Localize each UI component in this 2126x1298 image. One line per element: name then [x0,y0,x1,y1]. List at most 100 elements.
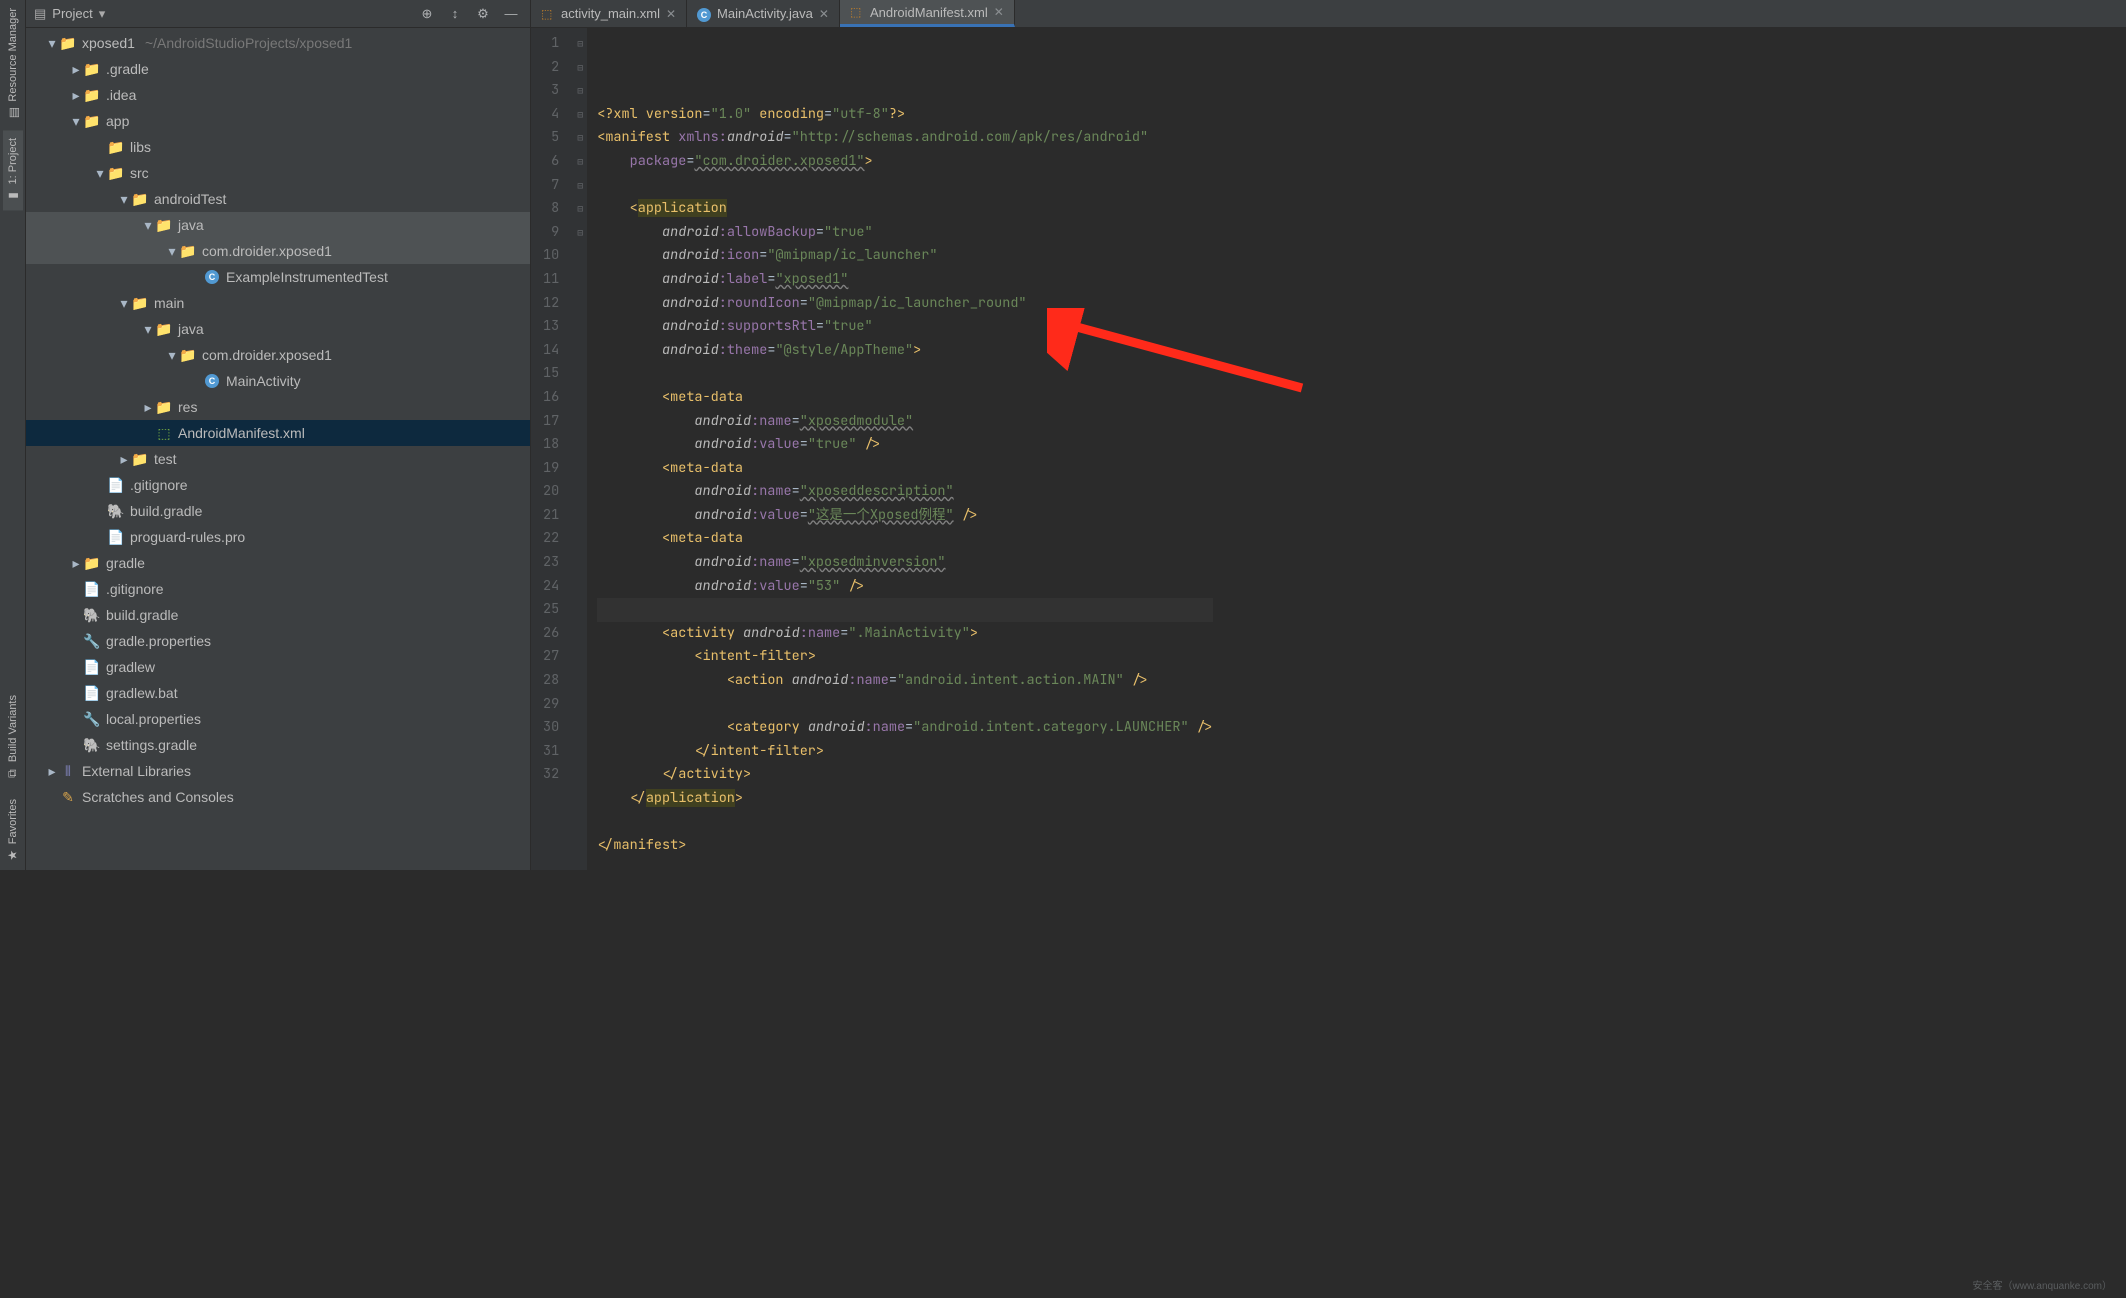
code-line[interactable] [597,174,1213,198]
code-line[interactable]: <action android:name="android.intent.act… [597,669,1213,693]
tree-row[interactable]: 🔧gradle.properties [26,628,530,654]
chevron-icon[interactable]: ▾ [92,165,108,181]
tree-row[interactable]: ▸📁.idea [26,82,530,108]
tree-row[interactable]: 📄gradlew [26,654,530,680]
fold-toggle[interactable]: ⊟ [573,197,587,221]
tree-row[interactable]: ▾📁src [26,160,530,186]
editor-tab[interactable]: ⬚AndroidManifest.xml✕ [840,0,1015,27]
close-icon[interactable]: ✕ [819,7,829,21]
chevron-icon[interactable]: ▾ [116,191,132,207]
fold-toggle[interactable]: ⊟ [573,79,587,103]
close-icon[interactable]: ✕ [666,7,676,21]
fold-toggle[interactable]: ⊟ [573,126,587,150]
code-line[interactable]: android:name="xposedminversion" [597,551,1213,575]
chevron-icon[interactable]: ▾ [44,35,60,51]
tree-row[interactable]: ▾📁xposed1~/AndroidStudioProjects/xposed1 [26,30,530,56]
tree-row[interactable]: ▸📁res [26,394,530,420]
code-line[interactable]: <activity android:name=".MainActivity"> [597,622,1213,646]
code-line[interactable] [597,598,1213,622]
code-line[interactable]: android:name="xposeddescription" [597,480,1213,504]
tree-row[interactable]: 📄gradlew.bat [26,680,530,706]
code-line[interactable]: <intent-filter> [597,645,1213,669]
code-line[interactable]: <meta-data [597,386,1213,410]
tree-row[interactable]: ▸📁gradle [26,550,530,576]
tree-row[interactable]: 🐘settings.gradle [26,732,530,758]
editor-tab[interactable]: CMainActivity.java✕ [687,0,840,27]
chevron-icon[interactable]: ▾ [140,217,156,233]
chevron-icon[interactable]: ▸ [116,451,132,467]
tree-row[interactable]: 🐘build.gradle [26,602,530,628]
code-line[interactable]: <category android:name="android.intent.c… [597,716,1213,740]
code-content[interactable]: <?xml version="1.0" encoding="utf-8"?><m… [587,28,1213,870]
code-line[interactable]: <meta-data [597,527,1213,551]
tree-row[interactable]: 📄.gitignore [26,472,530,498]
code-line[interactable]: </activity> [597,763,1213,787]
code-line[interactable]: <manifest xmlns:android="http://schemas.… [597,126,1213,150]
close-icon[interactable]: ✕ [994,5,1004,19]
fold-toggle[interactable]: ⊟ [573,150,587,174]
code-line[interactable]: <?xml version="1.0" encoding="utf-8"?> [597,103,1213,127]
tree-row[interactable]: CMainActivity [26,368,530,394]
tool-build-variants[interactable]: ⧉ Build Variants [3,687,23,789]
fold-toggle[interactable]: ⊟ [573,56,587,80]
tool-project[interactable]: ▮ 1: Project [3,130,23,210]
tree-row[interactable]: ▾📁java [26,212,530,238]
chevron-icon[interactable]: ▾ [116,295,132,311]
tree-row[interactable]: ▾📁main [26,290,530,316]
code-line[interactable]: android:value="53" /> [597,575,1213,599]
code-line[interactable] [597,693,1213,717]
tree-row[interactable]: ▾📁com.droider.xposed1 [26,238,530,264]
fold-toggle[interactable]: ⊟ [573,103,587,127]
code-line[interactable]: android:value="这是一个Xposed例程" /> [597,504,1213,528]
tree-row[interactable]: ⬚AndroidManifest.xml [26,420,530,446]
code-line[interactable]: android:supportsRtl="true" [597,315,1213,339]
chevron-icon[interactable]: ▾ [140,321,156,337]
fold-column[interactable]: ⊟⊟⊟⊟⊟⊟⊟⊟⊟ [573,28,587,870]
tree-row[interactable]: 📁libs [26,134,530,160]
fold-toggle[interactable]: ⊟ [573,32,587,56]
tree-row[interactable]: 🔧local.properties [26,706,530,732]
collapse-icon[interactable]: ↕ [444,3,466,25]
tree-row[interactable]: 📄.gitignore [26,576,530,602]
tree-row[interactable]: ▾📁com.droider.xposed1 [26,342,530,368]
code-line[interactable]: android:label="xposed1" [597,268,1213,292]
code-editor[interactable]: 1234567891011121314151617181920212223242… [531,28,2126,870]
tree-row[interactable]: ▾📁androidTest [26,186,530,212]
editor-tab[interactable]: ⬚activity_main.xml✕ [531,0,687,27]
chevron-icon[interactable]: ▸ [68,87,84,103]
chevron-icon[interactable]: ▸ [68,61,84,77]
code-line[interactable]: <meta-data [597,457,1213,481]
tree-row[interactable]: ✎Scratches and Consoles [26,784,530,810]
code-line[interactable]: </application> [597,787,1213,811]
tree-row[interactable]: ▸⫴External Libraries [26,758,530,784]
project-tree[interactable]: ▾📁xposed1~/AndroidStudioProjects/xposed1… [26,28,530,870]
code-line[interactable]: <application [597,197,1213,221]
chevron-icon[interactable]: ▾ [164,243,180,259]
code-line[interactable]: </manifest> [597,834,1213,858]
code-line[interactable]: android:roundIcon="@mipmap/ic_launcher_r… [597,292,1213,316]
code-line[interactable]: </intent-filter> [597,740,1213,764]
gear-icon[interactable]: ⚙ [472,3,494,25]
code-line[interactable]: android:name="xposedmodule" [597,410,1213,434]
chevron-icon[interactable]: ▾ [164,347,180,363]
tree-row[interactable]: 🐘build.gradle [26,498,530,524]
tool-favorites[interactable]: ★ Favorites [3,791,23,870]
chevron-icon[interactable]: ▸ [140,399,156,415]
tree-row[interactable]: CExampleInstrumentedTest [26,264,530,290]
dropdown-icon[interactable]: ▾ [99,6,106,22]
project-view-title[interactable]: Project [52,6,92,21]
code-line[interactable]: android:value="true" /> [597,433,1213,457]
tree-row[interactable]: ▾📁java [26,316,530,342]
locate-icon[interactable]: ⊕ [416,3,438,25]
code-line[interactable]: android:icon="@mipmap/ic_launcher" [597,244,1213,268]
fold-toggle[interactable]: ⊟ [573,221,587,245]
code-line[interactable]: android:theme="@style/AppTheme"> [597,339,1213,363]
tree-row[interactable]: ▾📁app [26,108,530,134]
code-line[interactable] [597,362,1213,386]
tree-row[interactable]: 📄proguard-rules.pro [26,524,530,550]
chevron-icon[interactable]: ▸ [68,555,84,571]
code-line[interactable]: android:allowBackup="true" [597,221,1213,245]
tree-row[interactable]: ▸📁.gradle [26,56,530,82]
chevron-icon[interactable]: ▸ [44,763,60,779]
tool-resource-manager[interactable]: ▤ Resource Manager [3,0,23,128]
